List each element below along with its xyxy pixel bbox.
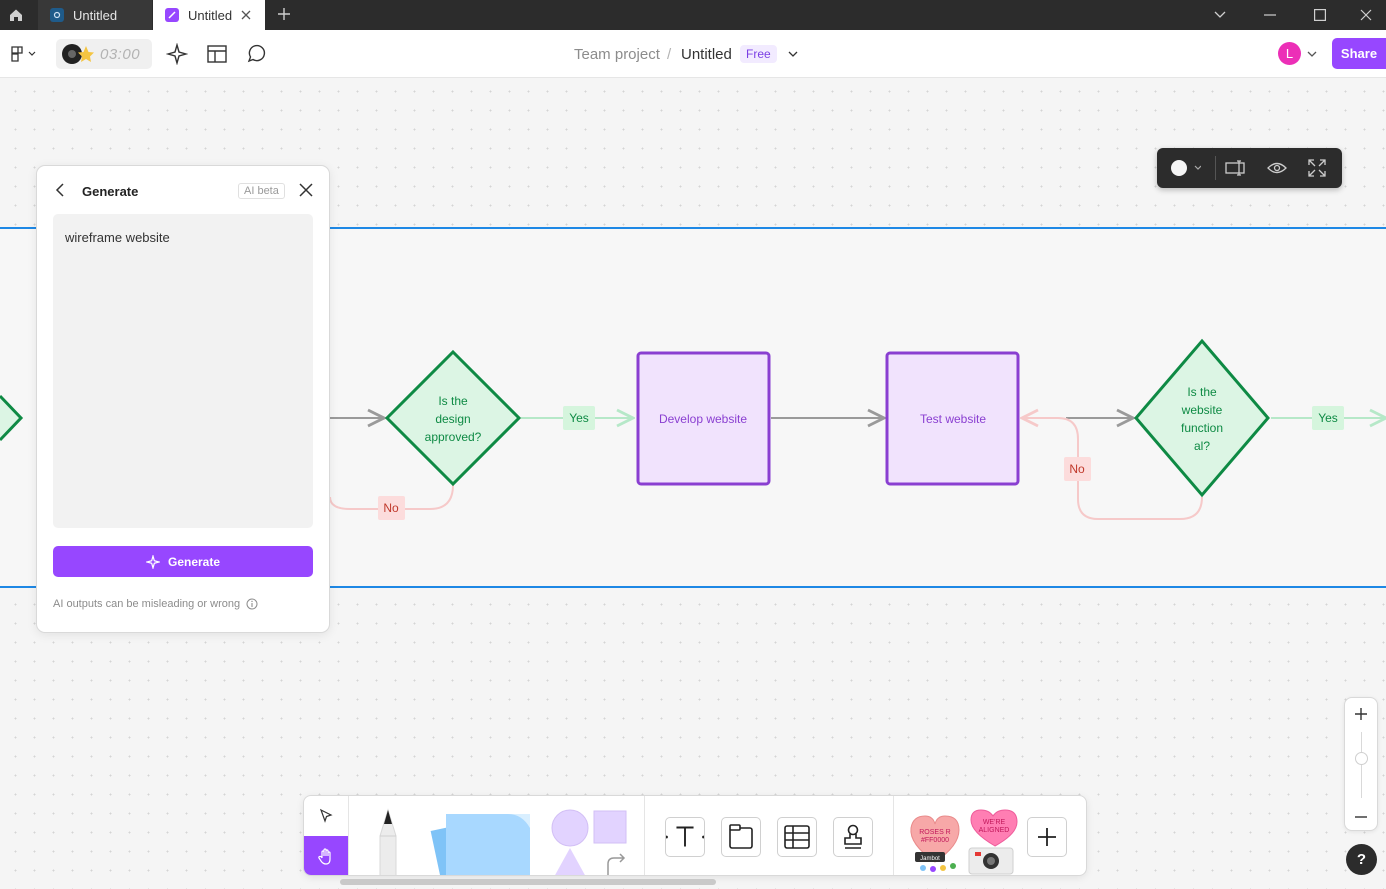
home-icon[interactable] [0, 0, 32, 30]
stamp-tool[interactable] [833, 817, 873, 857]
plan-badge: Free [740, 45, 777, 63]
tab-label: Untitled [73, 7, 118, 23]
disclaimer-text: AI outputs can be misleading or wrong [53, 598, 241, 610]
help-button[interactable]: ? [1346, 844, 1377, 875]
ai-beta-badge: AI beta [238, 183, 285, 199]
timer-widget[interactable]: 03:00 [56, 39, 152, 69]
table-grid-icon [784, 825, 810, 849]
sparkle-icon [145, 554, 160, 569]
templates-icon[interactable] [205, 42, 229, 66]
avatar[interactable]: L [1278, 42, 1301, 65]
zoom-control [1344, 697, 1378, 831]
horizontal-scrollbar[interactable] [340, 879, 716, 885]
selection-toolbar [1157, 148, 1342, 188]
ai-disclaimer: AI outputs can be misleading or wrong [53, 598, 258, 610]
breadcrumb-separator: / [667, 46, 672, 63]
file-menu-chevron-icon[interactable] [787, 50, 799, 58]
close-icon[interactable] [297, 181, 315, 199]
yes-label: Yes [1318, 411, 1338, 425]
file-icon [50, 8, 64, 22]
decision-shape[interactable] [1134, 338, 1270, 498]
breadcrumb-team[interactable]: Team project [574, 46, 660, 63]
decision-shape-partial[interactable] [0, 394, 24, 442]
yes-label: Yes [569, 411, 589, 425]
section-tool[interactable] [721, 817, 761, 857]
canvas[interactable]: Is the design approved? Develop website … [0, 78, 1386, 889]
presentation-expand-icon[interactable] [1306, 158, 1328, 178]
creation-toolbar: ROSES R #FF0000 Jambot WE'RE ALIGNED [303, 795, 1087, 876]
maximize-icon[interactable] [1295, 0, 1345, 30]
decision-2-line-4: al? [1194, 439, 1210, 453]
cursor-arrow-icon [319, 808, 333, 823]
hand-icon [318, 847, 331, 865]
zoom-slider-thumb[interactable] [1355, 752, 1368, 765]
panel-title: Generate [82, 184, 139, 199]
comment-icon[interactable] [244, 42, 268, 66]
file-name[interactable]: Untitled [681, 46, 732, 63]
move-tool[interactable] [304, 796, 348, 836]
zoom-in-icon[interactable] [1354, 707, 1368, 721]
sticker-text: WE'RE [983, 819, 1006, 826]
tab-label: Untitled [188, 7, 233, 23]
top-toolbar: 03:00 Team project / Untitled Free L Sha… [0, 30, 1386, 78]
decision-2-line-2: website [1181, 403, 1223, 417]
share-button[interactable]: Share [1332, 38, 1386, 69]
divider [644, 796, 645, 875]
sticker-text: Jambot [920, 856, 940, 862]
hand-tool[interactable] [304, 836, 348, 875]
back-arrow-icon[interactable] [53, 181, 69, 199]
info-icon[interactable] [246, 598, 258, 610]
decision-2-line-1: Is the [1187, 385, 1217, 399]
divider [1215, 156, 1216, 180]
tabs-dropdown-icon[interactable] [1195, 0, 1245, 30]
new-tab-icon[interactable] [274, 4, 294, 24]
table-tool[interactable] [777, 817, 817, 857]
decision-2-line-3: function [1181, 421, 1223, 435]
ai-sparkle-icon[interactable] [165, 42, 189, 66]
generate-button-label: Generate [167, 554, 221, 569]
figjam-file-icon [165, 8, 179, 22]
close-window-icon[interactable] [1345, 0, 1386, 30]
section-frame-icon [729, 824, 753, 849]
plus-icon [1038, 828, 1056, 846]
window-titlebar: Untitled Untitled [0, 0, 1386, 30]
process-1-label: Develop website [659, 412, 747, 426]
process-2-label: Test website [920, 412, 986, 426]
more-tools-button[interactable] [1027, 817, 1067, 857]
ai-generate-panel: Generate AI beta wireframe website Gener… [36, 165, 330, 633]
tab-untitled-1[interactable]: Untitled [38, 0, 152, 30]
visibility-eye-icon[interactable] [1266, 158, 1288, 178]
close-tab-icon[interactable] [239, 8, 253, 22]
decision-1-line-3: approved? [425, 430, 482, 444]
zoom-out-icon[interactable] [1354, 810, 1368, 824]
minimize-icon[interactable] [1245, 0, 1295, 30]
pen-tool-icon[interactable] [366, 808, 410, 876]
sticky-note-icon[interactable] [428, 810, 536, 876]
decision-1-line-1: Is the [438, 394, 468, 408]
timer-value: 03:00 [100, 46, 141, 63]
divider [893, 796, 894, 875]
resize-to-fit-icon[interactable] [1225, 158, 1249, 178]
timer-music-icon [62, 44, 94, 64]
tab-untitled-2[interactable]: Untitled [153, 0, 265, 30]
section-color-picker[interactable] [1169, 158, 1201, 178]
sticker-text: #FF0000 [921, 837, 949, 844]
prompt-textarea[interactable]: wireframe website [53, 214, 313, 528]
text-t-icon [666, 826, 704, 847]
shapes-tool-icon[interactable] [550, 808, 630, 876]
no-label: No [1069, 462, 1085, 476]
no-label: No [383, 501, 399, 515]
main-menu-icon[interactable] [8, 42, 38, 66]
sticker-text: ALIGNED [979, 827, 1010, 834]
stamp-icon [844, 824, 862, 849]
stickers-widget[interactable]: ROSES R #FF0000 Jambot WE'RE ALIGNED [905, 806, 1021, 876]
sticker-text: ROSES R [919, 829, 951, 836]
generate-button[interactable]: Generate [53, 546, 313, 577]
divider [348, 796, 349, 875]
text-tool[interactable] [665, 817, 705, 857]
zoom-slider-track[interactable] [1361, 732, 1362, 798]
multiplayer-chevron-icon[interactable] [1306, 50, 1318, 58]
decision-1-line-2: design [435, 412, 470, 426]
